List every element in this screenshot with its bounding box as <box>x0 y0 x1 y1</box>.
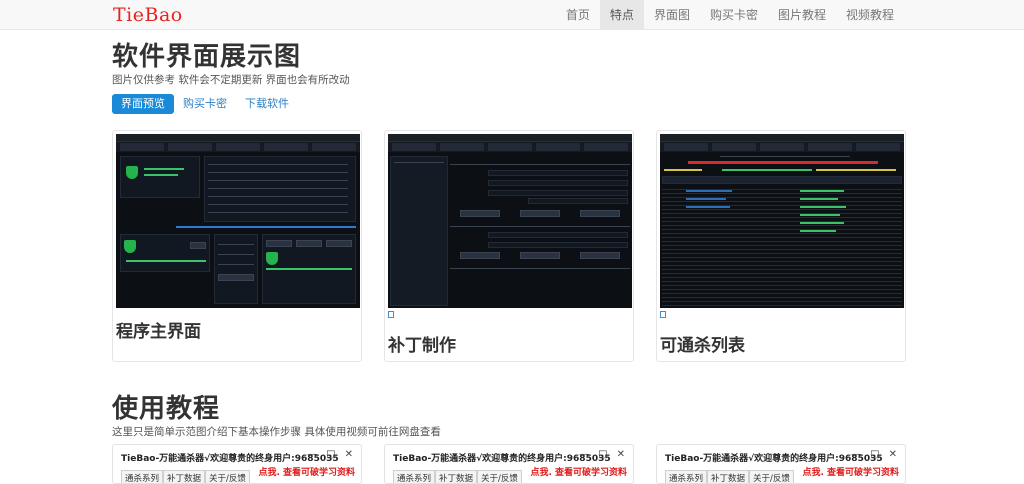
close-icon[interactable]: ✕ <box>889 449 897 460</box>
card-main-ui[interactable]: 程序主界面 <box>112 130 362 362</box>
card-compatible-list[interactable]: 可通杀列表 <box>656 130 906 362</box>
learning-resources-link[interactable]: 点我. 查看可破学习资料 <box>258 465 355 478</box>
patch-screenshot <box>388 134 632 308</box>
learning-resources-link[interactable]: 点我. 查看可破学习资料 <box>530 465 627 478</box>
buy-key-link[interactable]: 购买卡密 <box>174 94 236 114</box>
compatible-list-screenshot <box>660 134 904 308</box>
image-icon <box>660 311 666 318</box>
tab-patch-data[interactable]: 补丁数据 <box>435 470 478 483</box>
nav-image-tutorial[interactable]: 图片教程 <box>768 0 836 30</box>
minimize-icon[interactable]: — <box>307 449 317 460</box>
image-icon <box>388 311 394 318</box>
maximize-icon[interactable]: □ <box>598 449 607 460</box>
section-title-tutorial: 使用教程 <box>112 394 221 424</box>
tab-about-feedback[interactable]: 关于/反馈 <box>477 470 522 483</box>
section-title-screens: 软件界面展示图 <box>112 42 302 72</box>
tutorial-window-3[interactable]: TieBao-万能通杀器√欢迎尊贵的终身用户:9685035 — □ ✕ 点我.… <box>656 444 906 484</box>
action-buttons: 界面预览 购买卡密 下载软件 <box>112 94 298 114</box>
window-controls: — □ ✕ <box>579 449 625 460</box>
section-subtitle-screens: 图片仅供参考 软件会不定期更新 界面也会有所改动 <box>112 74 350 86</box>
window-controls: — □ ✕ <box>851 449 897 460</box>
window-tabs: 通杀系列 补丁数据 关于/反馈 <box>121 470 250 483</box>
brand-logo[interactable]: TieBao <box>113 4 183 26</box>
section-subtitle-tutorial: 这里只是简单示范图介绍下基本操作步骤 具体使用视频可前往网盘查看 <box>112 426 441 438</box>
window-controls: — □ ✕ <box>307 449 353 460</box>
card-caption: 补丁制作 <box>388 336 456 356</box>
window-tabs: 通杀系列 补丁数据 关于/反馈 <box>393 470 522 483</box>
tab-patch-data[interactable]: 补丁数据 <box>163 470 206 483</box>
tab-bypass-series[interactable]: 通杀系列 <box>665 470 708 483</box>
maximize-icon[interactable]: □ <box>326 449 335 460</box>
tab-about-feedback[interactable]: 关于/反馈 <box>205 470 250 483</box>
card-caption: 可通杀列表 <box>660 336 745 356</box>
close-icon[interactable]: ✕ <box>617 449 625 460</box>
nav-video-tutorial[interactable]: 视频教程 <box>836 0 904 30</box>
tutorial-window-1[interactable]: TieBao-万能通杀器√欢迎尊贵的终身用户:9685035 — □ ✕ 点我.… <box>112 444 362 484</box>
close-icon[interactable]: ✕ <box>345 449 353 460</box>
nav-menu: 首页 特点 界面图 购买卡密 图片教程 视频教程 <box>556 0 904 30</box>
download-link[interactable]: 下载软件 <box>236 94 298 114</box>
window-tabs: 通杀系列 补丁数据 关于/反馈 <box>665 470 794 483</box>
window-title: TieBao-万能通杀器√欢迎尊贵的终身用户:9685035 <box>121 454 339 464</box>
preview-button[interactable]: 界面预览 <box>112 94 174 114</box>
maximize-icon[interactable]: □ <box>870 449 879 460</box>
tab-bypass-series[interactable]: 通杀系列 <box>121 470 164 483</box>
card-caption: 程序主界面 <box>116 322 201 342</box>
window-title: TieBao-万能通杀器√欢迎尊贵的终身用户:9685035 <box>665 454 883 464</box>
minimize-icon[interactable]: — <box>851 449 861 460</box>
card-patch-making[interactable]: 补丁制作 <box>384 130 634 362</box>
tab-bypass-series[interactable]: 通杀系列 <box>393 470 436 483</box>
minimize-icon[interactable]: — <box>579 449 589 460</box>
learning-resources-link[interactable]: 点我. 查看可破学习资料 <box>802 465 899 478</box>
window-title: TieBao-万能通杀器√欢迎尊贵的终身用户:9685035 <box>393 454 611 464</box>
tutorial-window-2[interactable]: TieBao-万能通杀器√欢迎尊贵的终身用户:9685035 — □ ✕ 点我.… <box>384 444 634 484</box>
nav-features[interactable]: 特点 <box>599 0 644 30</box>
main-ui-screenshot <box>116 134 360 308</box>
nav-screenshots[interactable]: 界面图 <box>644 0 700 30</box>
tab-patch-data[interactable]: 补丁数据 <box>707 470 750 483</box>
tab-about-feedback[interactable]: 关于/反馈 <box>749 470 794 483</box>
nav-home[interactable]: 首页 <box>556 0 600 30</box>
nav-buy-key[interactable]: 购买卡密 <box>700 0 768 30</box>
navbar: TieBao 首页 特点 界面图 购买卡密 图片教程 视频教程 <box>0 0 1024 30</box>
